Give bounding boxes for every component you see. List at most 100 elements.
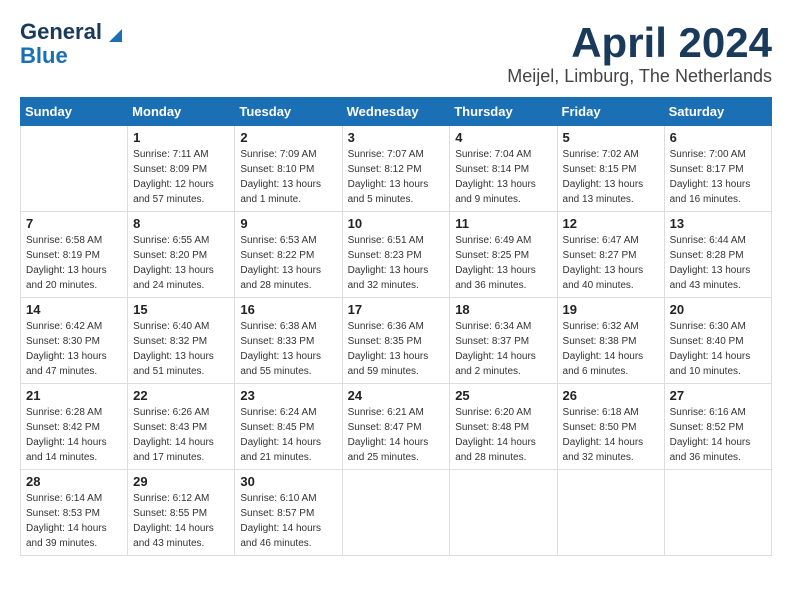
day-number: 9	[240, 216, 336, 231]
calendar-day: 26 Sunrise: 6:18 AMSunset: 8:50 PMDayligh…	[557, 384, 664, 470]
calendar-week-row: 1 Sunrise: 7:11 AMSunset: 8:09 PMDaylight…	[21, 126, 772, 212]
day-number: 7	[26, 216, 122, 231]
location: Meijel, Limburg, The Netherlands	[507, 66, 772, 87]
calendar-day: 29Sunrise: 6:12 AMSunset: 8:55 PMDayligh…	[128, 470, 235, 556]
calendar-day: 24 Sunrise: 6:21 AMSunset: 8:47 PMDayligh…	[342, 384, 450, 470]
day-number: 6	[670, 130, 766, 145]
weekday-header: Friday	[557, 98, 664, 126]
day-info: Sunrise: 6:55 AMSunset: 8:20 PMDaylight:…	[133, 233, 229, 293]
day-number: 27	[670, 388, 766, 403]
calendar-day: 17 Sunrise: 6:36 AMSunset: 8:35 PMDayligh…	[342, 298, 450, 384]
day-info: Sunrise: 6:18 AMSunset: 8:50 PMDaylight:…	[563, 405, 659, 465]
weekday-header: Thursday	[450, 98, 557, 126]
day-info: Sunrise: 6:32 AMSunset: 8:38 PMDaylight:…	[563, 319, 659, 379]
day-info: Sunrise: 7:02 AMSunset: 8:15 PMDaylight:…	[563, 147, 659, 207]
logo-text: General	[20, 20, 102, 44]
day-number: 23	[240, 388, 336, 403]
day-number: 5	[563, 130, 659, 145]
calendar-day: 9 Sunrise: 6:53 AMSunset: 8:22 PMDaylight…	[235, 212, 342, 298]
calendar-day: 6 Sunrise: 7:00 AMSunset: 8:17 PMDaylight…	[664, 126, 771, 212]
calendar-week-row: 28 Sunrise: 6:14 AMSunset: 8:53 PMDayligh…	[21, 470, 772, 556]
calendar-day: 25 Sunrise: 6:20 AMSunset: 8:48 PMDayligh…	[450, 384, 557, 470]
day-info: Sunrise: 6:20 AMSunset: 8:48 PMDaylight:…	[455, 405, 551, 465]
weekday-header: Saturday	[664, 98, 771, 126]
logo-icon	[104, 24, 122, 42]
day-number: 24	[348, 388, 445, 403]
weekday-header: Wednesday	[342, 98, 450, 126]
day-number: 1	[133, 130, 229, 145]
day-number: 29	[133, 474, 229, 489]
day-number: 20	[670, 302, 766, 317]
calendar-day: 28 Sunrise: 6:14 AMSunset: 8:53 PMDayligh…	[21, 470, 128, 556]
day-number: 8	[133, 216, 229, 231]
day-info: Sunrise: 6:30 AMSunset: 8:40 PMDaylight:…	[670, 319, 766, 379]
calendar-day: 14Sunrise: 6:42 AMSunset: 8:30 PMDayligh…	[21, 298, 128, 384]
day-info: Sunrise: 6:28 AMSunset: 8:42 PMDaylight:…	[26, 405, 122, 465]
calendar-day: 7 Sunrise: 6:58 AMSunset: 8:19 PMDaylight…	[21, 212, 128, 298]
calendar-week-row: 7 Sunrise: 6:58 AMSunset: 8:19 PMDaylight…	[21, 212, 772, 298]
day-info: Sunrise: 6:58 AMSunset: 8:19 PMDaylight:…	[26, 233, 122, 293]
logo: General Blue	[20, 20, 122, 68]
day-number: 11	[455, 216, 551, 231]
calendar-day: 10 Sunrise: 6:51 AMSunset: 8:23 PMDayligh…	[342, 212, 450, 298]
calendar-day: 27 Sunrise: 6:16 AMSunset: 8:52 PMDayligh…	[664, 384, 771, 470]
day-info: Sunrise: 6:42 AMSunset: 8:30 PMDaylight:…	[26, 319, 122, 379]
day-number: 13	[670, 216, 766, 231]
calendar-day: 13 Sunrise: 6:44 AMSunset: 8:28 PMDayligh…	[664, 212, 771, 298]
weekday-header: Monday	[128, 98, 235, 126]
day-info: Sunrise: 6:40 AMSunset: 8:32 PMDaylight:…	[133, 319, 229, 379]
day-info: Sunrise: 6:21 AMSunset: 8:47 PMDaylight:…	[348, 405, 445, 465]
day-number: 4	[455, 130, 551, 145]
day-info: Sunrise: 6:53 AMSunset: 8:22 PMDaylight:…	[240, 233, 336, 293]
day-info: Sunrise: 6:51 AMSunset: 8:23 PMDaylight:…	[348, 233, 445, 293]
calendar-day: 2Sunrise: 7:09 AMSunset: 8:10 PMDaylight…	[235, 126, 342, 212]
day-info: Sunrise: 6:44 AMSunset: 8:28 PMDaylight:…	[670, 233, 766, 293]
logo-blue-text: Blue	[20, 43, 68, 68]
day-info: Sunrise: 7:04 AMSunset: 8:14 PMDaylight:…	[455, 147, 551, 207]
day-number: 3	[348, 130, 445, 145]
calendar-day: 12 Sunrise: 6:47 AMSunset: 8:27 PMDayligh…	[557, 212, 664, 298]
day-number: 28	[26, 474, 122, 489]
day-number: 22	[133, 388, 229, 403]
day-number: 30	[240, 474, 336, 489]
day-number: 12	[563, 216, 659, 231]
calendar-day: 1 Sunrise: 7:11 AMSunset: 8:09 PMDaylight…	[128, 126, 235, 212]
calendar-body: 1 Sunrise: 7:11 AMSunset: 8:09 PMDaylight…	[21, 126, 772, 556]
month-title: April 2024	[507, 20, 772, 66]
day-info: Sunrise: 6:14 AMSunset: 8:53 PMDaylight:…	[26, 491, 122, 551]
day-info: Sunrise: 7:00 AMSunset: 8:17 PMDaylight:…	[670, 147, 766, 207]
calendar-empty-day	[450, 470, 557, 556]
day-info: Sunrise: 7:07 AMSunset: 8:12 PMDaylight:…	[348, 147, 445, 207]
calendar-day: 30 Sunrise: 6:10 AMSunset: 8:57 PMDayligh…	[235, 470, 342, 556]
day-number: 25	[455, 388, 551, 403]
calendar-day: 20 Sunrise: 6:30 AMSunset: 8:40 PMDayligh…	[664, 298, 771, 384]
day-info: Sunrise: 6:16 AMSunset: 8:52 PMDaylight:…	[670, 405, 766, 465]
calendar-day: 4 Sunrise: 7:04 AMSunset: 8:14 PMDaylight…	[450, 126, 557, 212]
calendar-day: 18Sunrise: 6:34 AMSunset: 8:37 PMDayligh…	[450, 298, 557, 384]
calendar-day: 22Sunrise: 6:26 AMSunset: 8:43 PMDayligh…	[128, 384, 235, 470]
calendar-day: 19 Sunrise: 6:32 AMSunset: 8:38 PMDayligh…	[557, 298, 664, 384]
calendar-empty-day	[664, 470, 771, 556]
day-number: 26	[563, 388, 659, 403]
calendar-day: 11Sunrise: 6:49 AMSunset: 8:25 PMDayligh…	[450, 212, 557, 298]
header: General Blue April 2024 Meijel, Limburg,…	[20, 20, 772, 87]
calendar-day: 21 Sunrise: 6:28 AMSunset: 8:42 PMDayligh…	[21, 384, 128, 470]
calendar-empty-day	[21, 126, 128, 212]
day-number: 17	[348, 302, 445, 317]
day-number: 21	[26, 388, 122, 403]
day-number: 18	[455, 302, 551, 317]
day-info: Sunrise: 6:47 AMSunset: 8:27 PMDaylight:…	[563, 233, 659, 293]
day-info: Sunrise: 6:10 AMSunset: 8:57 PMDaylight:…	[240, 491, 336, 551]
calendar-header-row: SundayMondayTuesdayWednesdayThursdayFrid…	[21, 98, 772, 126]
day-info: Sunrise: 6:36 AMSunset: 8:35 PMDaylight:…	[348, 319, 445, 379]
calendar-empty-day	[342, 470, 450, 556]
day-number: 19	[563, 302, 659, 317]
day-number: 10	[348, 216, 445, 231]
day-info: Sunrise: 6:38 AMSunset: 8:33 PMDaylight:…	[240, 319, 336, 379]
calendar-day: 5 Sunrise: 7:02 AMSunset: 8:15 PMDaylight…	[557, 126, 664, 212]
day-number: 2	[240, 130, 336, 145]
day-info: Sunrise: 7:11 AMSunset: 8:09 PMDaylight:…	[133, 147, 229, 207]
calendar-week-row: 14Sunrise: 6:42 AMSunset: 8:30 PMDayligh…	[21, 298, 772, 384]
calendar-day: 16Sunrise: 6:38 AMSunset: 8:33 PMDayligh…	[235, 298, 342, 384]
calendar-day: 3 Sunrise: 7:07 AMSunset: 8:12 PMDaylight…	[342, 126, 450, 212]
